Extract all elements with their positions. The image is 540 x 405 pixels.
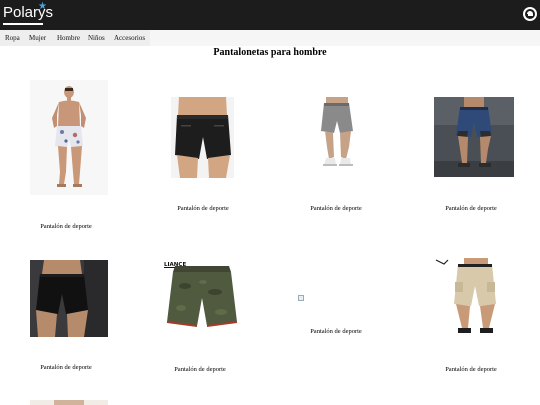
nav-item-accesorios[interactable]: Accesorios [114,34,145,43]
product-image[interactable] [171,97,234,178]
product-label[interactable]: Pantalón de deporte [16,364,116,372]
nav-item-mujer[interactable]: Mujer [29,34,46,43]
account-circle-icon [525,9,535,19]
product-label[interactable]: Pantalón de deporte [421,205,521,213]
product-image[interactable] [30,260,108,337]
product-image[interactable] [434,258,514,340]
nav-item-ninos[interactable]: Niños [88,34,105,43]
product-label[interactable]: Pantalón de deporte [286,205,386,213]
page-title: Pantalonetas para hombre [213,47,327,58]
product-label[interactable]: Pantalón de deporte [421,366,521,374]
nav-strip [150,30,540,46]
broken-image-icon[interactable] [298,295,304,301]
product-image[interactable] [30,400,108,405]
nav-item-hombre[interactable]: Hombre [57,34,80,43]
product-image[interactable] [313,97,358,171]
top-bar: Polarys ★ [0,0,540,30]
product-label[interactable]: Pantalón de deporte [16,223,116,231]
account-button[interactable] [523,7,537,21]
product-image[interactable] [30,80,108,195]
main-nav: Ropa Mujer Hombre Niños Accesorios [0,30,150,46]
logo-underline [3,23,43,25]
product-image[interactable]: LIANCE [163,258,241,338]
product-label[interactable]: Pantalón de deporte [153,205,253,213]
product-image[interactable] [434,97,514,177]
nav-item-ropa[interactable]: Ropa [5,34,20,43]
product-label[interactable]: Pantalón de deporte [150,366,250,374]
product-label[interactable]: Pantalón de deporte [286,328,386,336]
brand-logo[interactable]: Polarys ★ [2,1,53,28]
star-icon: ★ [38,1,47,12]
